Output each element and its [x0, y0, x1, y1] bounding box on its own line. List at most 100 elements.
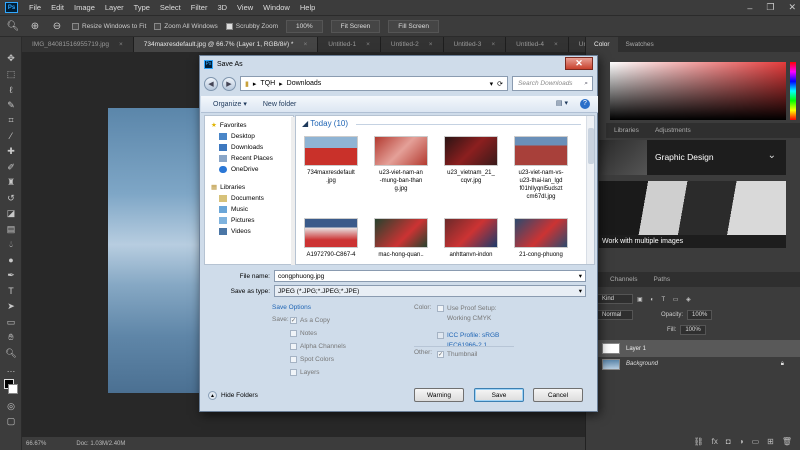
nav-item-desktop[interactable]: Desktop	[205, 131, 293, 142]
cancel-button[interactable]: Cancel	[533, 388, 583, 402]
menu-layer[interactable]: Layer	[100, 3, 129, 12]
breadcrumb-downloads[interactable]: Downloads	[287, 80, 322, 87]
alpha-channels-checkbox[interactable]: Alpha Channels	[290, 340, 346, 353]
scroll-thumb[interactable]	[588, 128, 594, 164]
as-copy-checkbox[interactable]: ✓ As a Copy	[290, 314, 346, 327]
zoom-100-button[interactable]: 100%	[286, 19, 323, 33]
libraries-group[interactable]: ▦ Libraries	[205, 181, 293, 193]
tab-paths[interactable]: Paths	[645, 276, 678, 283]
notes-checkbox[interactable]: Notes	[290, 327, 346, 340]
save-button[interactable]: Save	[474, 388, 524, 402]
quick-mask-icon[interactable]: ◎	[0, 399, 22, 415]
use-proof-setup-checkbox[interactable]: Use Proof Setup:	[437, 302, 499, 315]
file-item[interactable]: 734maxresdefault .jpg	[300, 136, 362, 185]
nav-item-onedrive[interactable]: OneDrive	[205, 164, 293, 175]
menu-file[interactable]: File	[24, 3, 46, 12]
zoom-out-icon[interactable]: ⊖	[50, 19, 64, 33]
restore-icon[interactable]: ❐	[766, 2, 774, 13]
menu-help[interactable]: Help	[295, 3, 320, 12]
search-input[interactable]: Search Downloads ⌕	[512, 76, 593, 91]
marquee-tool-icon[interactable]: ⬚	[0, 67, 22, 83]
save-type-select[interactable]: JPEG (*.JPG;*.JPEG;*.JPE) ▾	[274, 285, 586, 297]
history-brush-icon[interactable]: ↺	[0, 191, 22, 207]
group-header[interactable]: ◢ Today (10)	[302, 119, 348, 128]
resize-windows-checkbox[interactable]: Resize Windows to Fit	[72, 22, 146, 30]
breadcrumb-user[interactable]: TQH	[260, 80, 275, 87]
dropdown-arrow-icon[interactable]: ▾	[579, 287, 582, 295]
close-tab-icon[interactable]: ×	[554, 41, 558, 48]
zoom-readout[interactable]: 66.67%	[26, 441, 46, 447]
file-item[interactable]: u23-viet-nam-an -mung-ban-than g.jpg	[370, 136, 432, 193]
file-item[interactable]: A1972790-C867-4	[300, 218, 362, 259]
nav-item-videos[interactable]: Videos	[205, 226, 293, 237]
file-name-input[interactable]: congphuong.jpg ▾	[274, 270, 586, 282]
layers-checkbox[interactable]: Layers	[290, 366, 346, 379]
brush-tool-icon[interactable]: ✐	[0, 160, 22, 176]
dropdown-arrow-icon[interactable]: ▾	[579, 272, 582, 280]
dialog-close-button[interactable]: ✕	[565, 57, 593, 70]
menu-edit[interactable]: Edit	[46, 3, 69, 12]
type-tool-icon[interactable]: T	[0, 284, 22, 300]
eyedropper-tool-icon[interactable]: ⁄	[0, 129, 22, 145]
nav-item-music[interactable]: Music	[205, 204, 293, 215]
close-tab-icon[interactable]: ×	[491, 41, 495, 48]
menu-select[interactable]: Select	[155, 3, 186, 12]
back-icon[interactable]: ◀	[204, 76, 218, 91]
tab-adjustments[interactable]: Adjustments	[647, 127, 699, 134]
zoom-in-icon[interactable]: ⊕	[28, 19, 42, 33]
tab-libraries[interactable]: Libraries	[606, 127, 647, 134]
file-list-scrollbar[interactable]	[586, 116, 594, 264]
hide-folders-toggle[interactable]: ▲ Hide Folders	[208, 391, 258, 400]
close-tab-icon[interactable]: ×	[303, 41, 307, 48]
doc-tab[interactable]: Untitled-1 ×	[318, 37, 381, 52]
tab-color[interactable]: Color	[586, 37, 618, 52]
menu-type[interactable]: Type	[129, 3, 155, 12]
color-swatches[interactable]	[0, 377, 21, 399]
layer-row[interactable]: Background 🔒︎	[598, 357, 800, 371]
scrubby-zoom-checkbox[interactable]: Scrubby Zoom	[225, 22, 278, 30]
doc-tab[interactable]: Untitled-3 ×	[443, 37, 507, 52]
icc-profile-checkbox[interactable]: ICC Profile: sRGB	[437, 329, 499, 342]
hue-slider[interactable]	[790, 62, 796, 120]
file-item[interactable]: 21-cong-phuong	[510, 218, 572, 259]
doc-tab[interactable]: Untitled-4 ×	[506, 37, 569, 52]
layer-row-selected[interactable]: Layer 1	[598, 340, 800, 357]
warning-button[interactable]: Warning	[414, 388, 464, 402]
zoom-tool-icon-side[interactable]: 🔍︎	[0, 346, 22, 362]
quick-select-tool-icon[interactable]: ✎	[0, 98, 22, 114]
close-tab-icon[interactable]: ×	[366, 41, 370, 48]
mask-icon[interactable]: ◘	[726, 437, 731, 446]
dodge-tool-icon[interactable]: ●	[0, 253, 22, 269]
trash-icon[interactable]: 🗑︎	[782, 437, 792, 446]
link-icon[interactable]: ⛓︎	[694, 437, 704, 446]
close-tab-icon[interactable]: ×	[119, 41, 123, 48]
menu-view[interactable]: View	[232, 3, 258, 12]
dropdown-arrow-icon[interactable]: ▾	[490, 80, 494, 88]
path-select-icon[interactable]: ➤	[0, 299, 22, 315]
group-icon[interactable]: ▭	[752, 437, 760, 446]
blur-tool-icon[interactable]: 💧︎	[0, 237, 22, 253]
nav-item-documents[interactable]: Documents	[205, 193, 293, 204]
rectangle-tool-icon[interactable]: ▭	[0, 315, 22, 331]
color-picker-field[interactable]	[610, 62, 786, 120]
file-item[interactable]: u23-viet-nam-vs- u23-thai-lan_lgd f01hll…	[510, 136, 572, 201]
tab-channels[interactable]: Channels	[602, 276, 645, 283]
blend-mode-select[interactable]: Normal	[597, 310, 633, 320]
learn-card-graphic-design[interactable]: Graphic Design ⌄	[599, 140, 786, 175]
move-tool-icon[interactable]: ✥	[0, 51, 22, 67]
menu-3d[interactable]: 3D	[212, 3, 232, 12]
stamp-tool-icon[interactable]: ♜	[0, 175, 22, 191]
layer-filter[interactable]: Kind ▣ ◐ T ▭ ◈	[597, 294, 694, 304]
doc-tab[interactable]: IMG_840815169557​19.jpg ×	[22, 37, 134, 52]
file-item[interactable]: mac-hong-quan..	[370, 218, 432, 259]
nav-item-recent-places[interactable]: Recent Places	[205, 153, 293, 164]
address-bar[interactable]: ▮ ▸ TQH ▸ Downloads ▾ ⟳	[240, 76, 508, 91]
refresh-icon[interactable]: ⟳	[497, 80, 503, 88]
doc-size-readout[interactable]: Doc: 1.03M/2.40M	[76, 441, 125, 447]
crop-tool-icon[interactable]: ⌗	[0, 113, 22, 129]
fx-icon[interactable]: fx	[712, 437, 718, 446]
fill-screen-button[interactable]: Fill Screen	[388, 19, 440, 33]
menu-window[interactable]: Window	[258, 3, 295, 12]
zoom-tool-icon[interactable]: 🔍︎	[6, 19, 20, 33]
nav-item-pictures[interactable]: Pictures	[205, 215, 293, 226]
